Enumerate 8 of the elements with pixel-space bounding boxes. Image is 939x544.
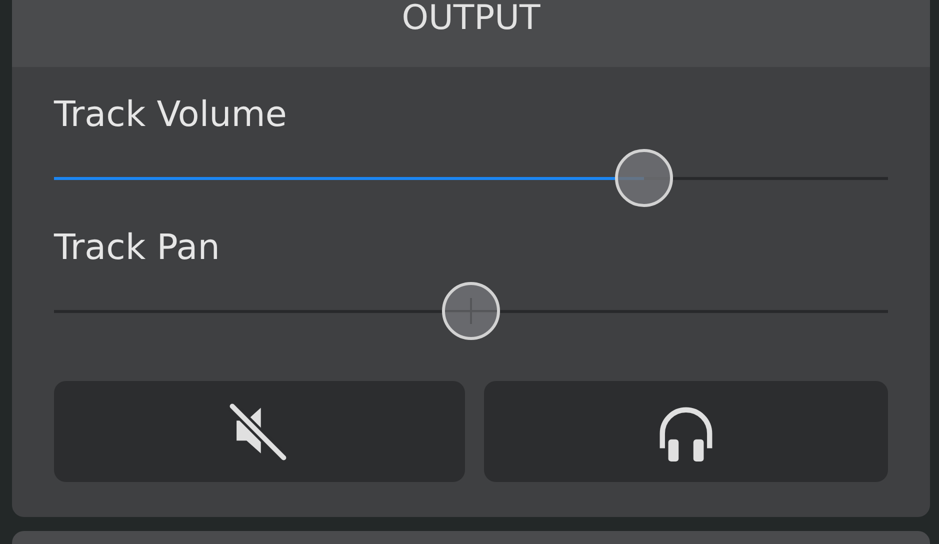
slider-label: Track Pan [54, 228, 220, 269]
slider[interactable] [54, 281, 888, 341]
mute-icon [228, 400, 288, 462]
headphones-button[interactable] [484, 381, 888, 482]
slider-label: Track Volume [54, 95, 287, 136]
mute-button[interactable] [54, 381, 464, 482]
slider[interactable] [54, 148, 888, 208]
panel-title: OUTPUT [402, 0, 540, 36]
